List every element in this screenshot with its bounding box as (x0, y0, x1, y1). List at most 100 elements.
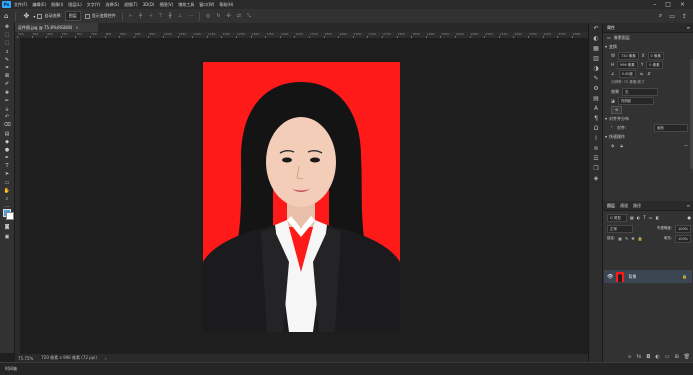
frame-tool-icon[interactable]: ⊠ (0, 72, 14, 80)
layer-style-icon[interactable]: fx (637, 354, 642, 360)
menu-view[interactable]: 视图(V) (159, 2, 173, 8)
document-canvas-photo[interactable] (203, 62, 400, 332)
inner-shadow-field[interactable]: 内阴影 (617, 96, 654, 105)
transform-section-header[interactable]: ▾ 变换 (603, 42, 693, 51)
menu-filter[interactable]: 滤镜(T) (124, 2, 138, 8)
delete-layer-icon[interactable]: 🗑 (684, 354, 690, 360)
filter-adjust-icon[interactable]: ◐ (637, 215, 641, 220)
filter-shape-icon[interactable]: ▭ (649, 215, 653, 220)
filter-toggle-icon[interactable]: ● (688, 215, 692, 220)
fill-field[interactable]: 100% (674, 234, 691, 243)
3d-scale-icon[interactable]: ⤡ (247, 13, 251, 19)
paths-panel-icon[interactable]: ⌇ (589, 133, 603, 143)
menu-window[interactable]: 窗口(W) (199, 2, 214, 8)
navigator-panel-icon[interactable]: ◈ (589, 173, 603, 183)
move-tool-icon[interactable]: ✥ (23, 12, 29, 20)
reset-button[interactable]: ⟲ (611, 105, 622, 114)
flip-vertical-icon[interactable]: ⇵ (647, 71, 650, 76)
healing-brush-tool-icon[interactable]: ✚ (0, 89, 14, 97)
blend-mode-dropdown[interactable]: 正常 (607, 224, 633, 233)
more-options-icon[interactable]: ··· (188, 13, 193, 19)
search-icon[interactable]: ⌕ (659, 12, 662, 20)
document-tab[interactable]: 证件照.jpg @ 75.8%(RGB/8) × (15, 23, 98, 32)
close-tab-icon[interactable]: × (75, 25, 78, 30)
filter-type-icon[interactable]: T (643, 215, 645, 220)
history-panel-icon[interactable]: ↶ (589, 23, 603, 33)
auto-select-dropdown[interactable]: 图层 (64, 11, 81, 21)
angle-field[interactable]: 0.00度 (618, 69, 636, 78)
path-selection-tool-icon[interactable]: ➤ (0, 170, 14, 178)
new-group-icon[interactable]: ▭ (665, 354, 670, 360)
brush-tool-icon[interactable]: ✏ (0, 97, 14, 105)
align-right-icon[interactable]: ⊣ (148, 13, 152, 19)
maximize-icon[interactable]: □ (665, 1, 671, 8)
history-brush-tool-icon[interactable]: ↶ (0, 113, 14, 121)
timeline-label[interactable]: 时间轴 (0, 366, 17, 372)
menu-image[interactable]: 图像(I) (51, 2, 63, 8)
filter-smart-icon[interactable]: ◧ (656, 215, 660, 220)
x-field[interactable]: 0 像素 (647, 51, 664, 60)
filter-pixel-icon[interactable]: ▦ (630, 215, 634, 220)
brush-settings-icon[interactable]: ⚙ (589, 83, 603, 93)
paragraph-panel-icon[interactable]: ¶ (589, 113, 603, 123)
marquee-tool-icon[interactable]: ⬚ (0, 39, 14, 47)
clone-stamp-tool-icon[interactable]: ⍊ (0, 105, 14, 113)
effect-field[interactable]: 无 (622, 87, 658, 96)
pen-tool-icon[interactable]: ✒ (0, 154, 14, 162)
screen-mode-icon[interactable]: ▣ (0, 233, 14, 241)
properties-panel-icon[interactable]: ▤ (589, 93, 603, 103)
opacity-field[interactable]: 100% (674, 224, 691, 233)
remove-background-icon[interactable]: ⬗ (611, 143, 614, 148)
menu-file[interactable]: 文件(F) (14, 2, 27, 8)
align-bottom-icon[interactable]: ⊥ (178, 13, 182, 19)
workspace-icon[interactable]: ▭ (669, 13, 675, 20)
auto-select-checkbox[interactable] (37, 13, 43, 19)
close-icon[interactable]: × (680, 1, 685, 8)
minimize-icon[interactable]: – (653, 1, 656, 8)
adjustment-layer-icon[interactable]: ◐ (655, 354, 659, 360)
chevron-down-icon[interactable]: ▾ (605, 116, 607, 121)
lock-position-icon[interactable]: ✥ (631, 236, 634, 241)
layer-comps-icon[interactable]: ❐ (589, 163, 603, 173)
tab-paths[interactable]: 路径 (633, 203, 641, 209)
add-mask-icon[interactable]: ◘ (646, 354, 650, 360)
gradient-tool-icon[interactable]: ▤ (0, 129, 14, 137)
channels-panel-icon[interactable]: ≋ (589, 143, 603, 153)
swatches-panel-icon[interactable]: ▦ (589, 43, 603, 53)
3d-rotate-icon[interactable]: ↻ (216, 13, 220, 19)
link-layers-icon[interactable]: ∞ (627, 354, 631, 360)
properties-tab[interactable]: 属性 ≡ (603, 23, 693, 33)
menu-plugins[interactable]: 增效工具 (178, 2, 194, 8)
quick-mask-icon[interactable]: ◙ (0, 223, 14, 231)
align-corner-icon[interactable]: ⌜ (611, 125, 613, 130)
layer-filter-dropdown[interactable]: Q 类型 (607, 213, 627, 222)
adjustments-panel-icon[interactable]: ◑ (589, 63, 603, 73)
dodge-tool-icon[interactable]: ● (0, 146, 14, 154)
crop-tool-icon[interactable]: ⌗ (0, 64, 14, 72)
3d-slide-icon[interactable]: ⇄ (237, 13, 241, 19)
gradients-panel-icon[interactable]: ▥ (589, 53, 603, 63)
chevron-down-icon[interactable]: ▾ (605, 134, 607, 139)
select-subject-icon[interactable]: ⬙ (620, 143, 623, 148)
panel-menu-icon[interactable]: ≡ (687, 203, 690, 208)
panel-menu-icon[interactable]: ≡ (687, 25, 690, 30)
menu-layer[interactable]: 图层(L) (68, 2, 81, 8)
zoom-tool-icon[interactable]: ⌕ (0, 195, 14, 203)
flip-horizontal-icon[interactable]: ⇋ (640, 71, 643, 76)
visibility-eye-icon[interactable]: 👁 (607, 274, 613, 280)
chevron-down-icon[interactable]: ▾ (605, 44, 607, 49)
align-top-icon[interactable]: ⊤ (158, 13, 162, 19)
lock-image-icon[interactable]: ✎ (625, 236, 628, 241)
menu-select[interactable]: 选择(S) (105, 2, 119, 8)
lasso-tool-icon[interactable]: ↄ (0, 48, 14, 56)
type-tool-icon[interactable]: T (0, 162, 14, 170)
blur-tool-icon[interactable]: ◆ (0, 138, 14, 146)
lock-transparent-icon[interactable]: ▦ (618, 236, 622, 241)
stroke-line-icon[interactable]: — (684, 143, 688, 148)
menu-type[interactable]: 文字(Y) (87, 2, 101, 8)
share-icon[interactable]: ⇪ (682, 13, 687, 20)
background-color-swatch[interactable] (6, 212, 14, 220)
rectangle-tool-icon[interactable]: ▭ (0, 179, 14, 187)
chevron-down-icon[interactable]: ▾ (33, 14, 35, 19)
y-field[interactable]: 0 像素 (646, 60, 663, 69)
